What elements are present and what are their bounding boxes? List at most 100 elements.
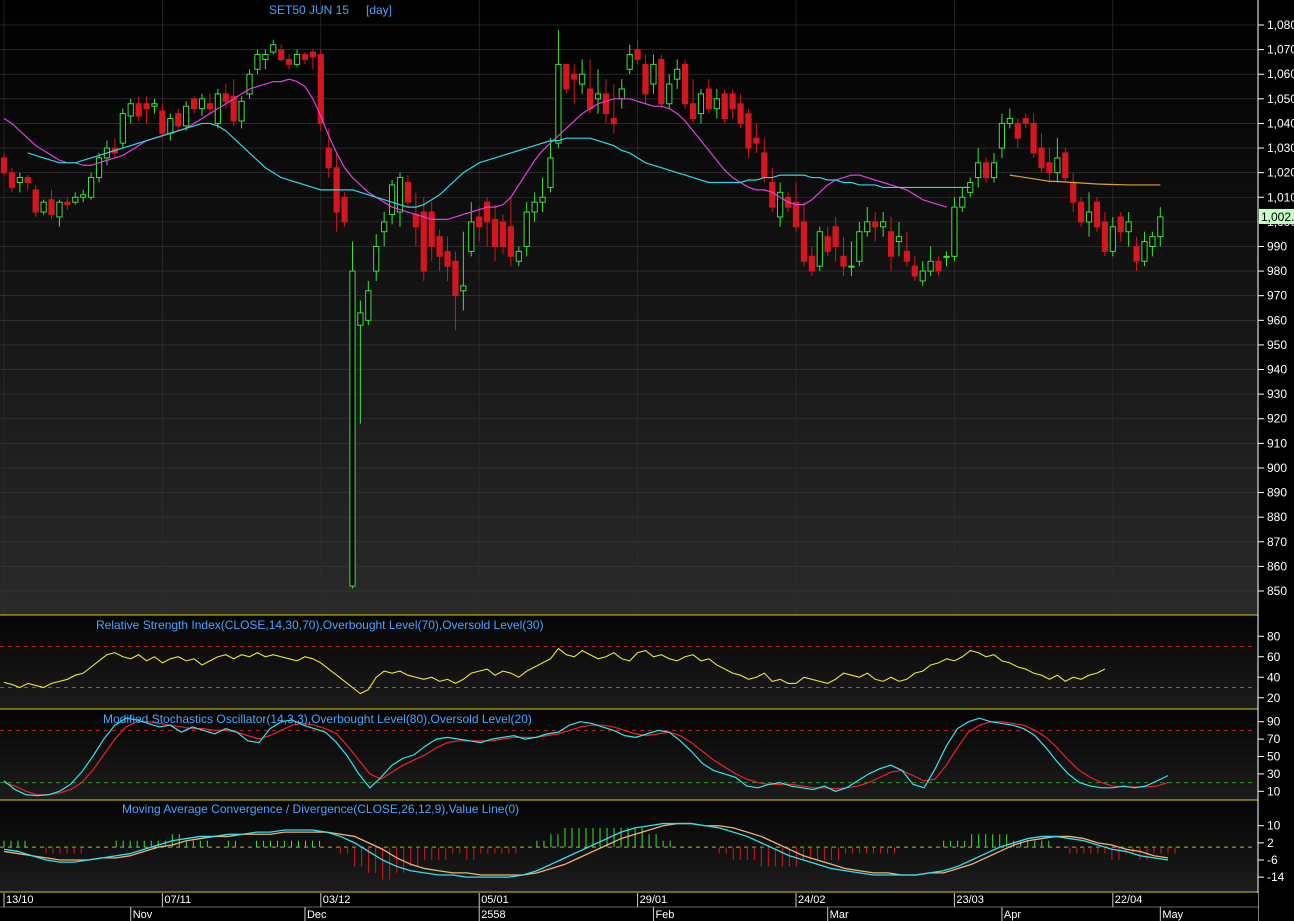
price-tick-label: 940 (1267, 363, 1287, 377)
price-tick-label: 910 (1267, 436, 1287, 450)
rsi-title: Relative Strength Index(CLOSE,14,30,70),… (96, 618, 544, 632)
candle-body (927, 260, 934, 272)
candle-body (816, 231, 823, 267)
stoch-tick-label: 10 (1267, 784, 1281, 798)
candle-body (1070, 181, 1077, 203)
stoch-y-axis: 10 30 50 70 90 (1258, 715, 1281, 798)
candle-body (689, 103, 697, 120)
candle-body (341, 196, 348, 223)
candle-body (119, 113, 126, 144)
candle-body (745, 113, 752, 149)
candle-body (1038, 147, 1045, 169)
price-tick-label: 990 (1267, 239, 1287, 253)
candle-body (824, 236, 831, 252)
candle-body (761, 152, 768, 179)
price-y-axis: 850 860 870 880 890 900 910 920 930 940 950 960 970 9… (1258, 18, 1294, 598)
candle-body (499, 221, 507, 247)
candle-body (476, 216, 483, 228)
stoch-tick-label: 30 (1267, 767, 1281, 781)
chart-stage: SET50 JUN 15 [day] 850 860 870 880 890 900 910… (0, 0, 1294, 921)
macd-tick-label: -14 (1267, 870, 1285, 884)
date-label: 22/04 (1115, 894, 1143, 906)
candle-body (396, 177, 404, 213)
candle-body (484, 201, 491, 223)
price-tick-label: 860 (1267, 559, 1287, 573)
price-tick-label: 970 (1267, 289, 1287, 303)
candle-body (95, 157, 103, 179)
date-label: 29/01 (640, 894, 668, 906)
candle-body (856, 231, 863, 262)
macd-panel: Moving Average Convergence / Divergence(… (0, 801, 1258, 892)
candle-body (167, 118, 174, 134)
candle-body (151, 103, 158, 107)
price-panel-bg (0, 0, 1258, 615)
price-tick-label: 1,050 (1267, 92, 1294, 106)
candle-body (1054, 157, 1061, 174)
date-label: 03/12 (323, 894, 351, 906)
candle-body (198, 98, 206, 110)
price-tick-label: 880 (1267, 510, 1287, 524)
candle-body (705, 88, 712, 110)
candle-body (1125, 221, 1132, 233)
candle-body (658, 58, 665, 105)
candle-body (468, 221, 475, 252)
candle-body (935, 260, 942, 272)
candle-body (452, 260, 459, 297)
candle-body (1133, 245, 1140, 262)
price-tick-label: 1,080 (1267, 18, 1294, 32)
candle-body (293, 54, 301, 65)
candle-body (159, 110, 166, 134)
candle-body (555, 63, 562, 144)
candle-body (959, 196, 966, 208)
candle-body (990, 162, 998, 179)
candle-body (206, 103, 214, 110)
price-tick-label: 960 (1267, 313, 1287, 327)
candle-body (507, 226, 514, 257)
candle-body (982, 162, 990, 179)
candle-body (753, 137, 760, 144)
candle-body (444, 250, 451, 267)
candle-body (254, 54, 261, 70)
candle-body (571, 73, 578, 80)
candle-body (998, 122, 1006, 149)
candle-body (48, 199, 55, 215)
candle-body (563, 63, 570, 90)
candle-body (697, 93, 705, 115)
price-tick-label: 1,030 (1267, 141, 1294, 155)
candle-body (531, 201, 538, 213)
rsi-tick-label: 40 (1267, 670, 1281, 684)
candle-body (650, 63, 657, 85)
date-label: 13/10 (6, 894, 34, 906)
candle-body (1117, 216, 1124, 233)
candle-body (800, 221, 808, 262)
candle-body (127, 103, 134, 117)
date-label: 24/02 (798, 894, 826, 906)
candle-body (634, 49, 641, 60)
candle-body (1141, 241, 1148, 262)
candle-body (840, 255, 847, 267)
price-tick-label: 930 (1267, 387, 1287, 401)
candle-body (515, 250, 522, 262)
candle-body (1149, 236, 1156, 247)
candle-body (721, 93, 728, 120)
candle-body (64, 201, 71, 206)
date-label: 05/01 (481, 894, 509, 906)
candle-body (309, 51, 316, 58)
candle-body (1093, 201, 1101, 228)
rsi-tick-label: 60 (1267, 650, 1281, 664)
candle-body (24, 177, 31, 183)
macd-tick-label: 2 (1267, 836, 1274, 850)
price-tick-label: 1,010 (1267, 190, 1294, 204)
candle-body (642, 63, 649, 95)
macd-tick-label: 10 (1267, 819, 1281, 833)
price-tick-label: 900 (1267, 461, 1287, 475)
date-axis: 13/10 07/11 03/12 05/01 29/01 24/02 23/03 22/04… (0, 893, 1258, 921)
candle-body (919, 270, 926, 282)
rsi-tick-label: 20 (1267, 691, 1281, 705)
candle-body (1085, 211, 1093, 223)
rsi-tick-label: 80 (1267, 629, 1281, 643)
stoch-tick-label: 90 (1267, 715, 1281, 729)
macd-y-axis: -14 -6 2 10 (1258, 819, 1285, 884)
candle-body (792, 201, 800, 228)
candle-body (1109, 226, 1116, 252)
